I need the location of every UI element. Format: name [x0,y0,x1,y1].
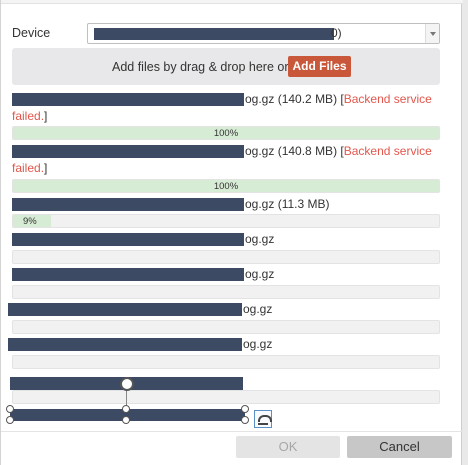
drop-zone-text: Add files by drag & drop here or [112,60,289,74]
ok-button[interactable]: OK [236,436,340,458]
footer-divider [1,431,463,432]
error-text: Backend service [343,144,432,158]
progress-label: 100% [213,128,239,139]
redacted-file-name [12,268,244,281]
redacted-file-name [8,338,242,351]
file-name-suffix: og.gz (11.3 MB) [245,197,330,211]
upload-dialog: Device 0) Add files by drag & drop here … [0,0,463,465]
redacted-device-name [94,28,334,40]
rotate-handle-icon[interactable] [120,377,134,391]
error-text-continued: failed.] [12,161,48,175]
progress-bar [12,285,440,299]
cancel-button[interactable]: Cancel [347,436,452,458]
progress-bar [12,320,440,334]
progress-bar: 100% [12,179,440,193]
wrap-text-icon[interactable] [254,410,272,428]
error-text: Backend service [343,92,432,106]
file-name-suffix: og.gz (140.8 MB) [Backend service [245,144,432,158]
add-files-button[interactable]: Add Files [288,56,351,77]
file-name-suffix: og.gz (140.2 MB) [Backend service [245,92,432,106]
device-label: Device [12,26,51,40]
progress-label: 9% [23,216,37,227]
progress-bar [12,250,440,264]
redacted-file-name [12,145,244,158]
device-select[interactable]: 0) [87,23,440,44]
dialog-top-bar [1,0,463,4]
redacted-file-name [12,93,244,106]
redacted-file-name [8,303,242,316]
resize-handle[interactable] [122,416,130,424]
redacted-file-name [12,233,244,246]
progress-label: 100% [213,181,239,192]
file-name-suffix: og.gz [243,337,273,351]
progress-bar [12,355,440,369]
file-name-suffix: og.gz [243,302,273,316]
redacted-file-name [12,198,244,211]
device-select-value: 0) [331,26,342,40]
progress-bar: 100% [12,126,440,140]
progress-bar: 9% [12,214,440,228]
file-drop-zone[interactable]: Add files by drag & drop here or Add Fil… [12,48,440,85]
chevron-down-icon[interactable] [425,24,439,43]
resize-handle[interactable] [241,416,249,424]
error-text-continued: failed.] [12,109,48,123]
progress-bar [12,390,440,404]
resize-handle[interactable] [6,416,14,424]
file-name-suffix: og.gz [245,267,275,281]
resize-handle[interactable] [6,405,14,413]
file-name-suffix: og.gz [245,232,275,246]
resize-handle[interactable] [241,405,249,413]
resize-handle[interactable] [122,405,130,413]
